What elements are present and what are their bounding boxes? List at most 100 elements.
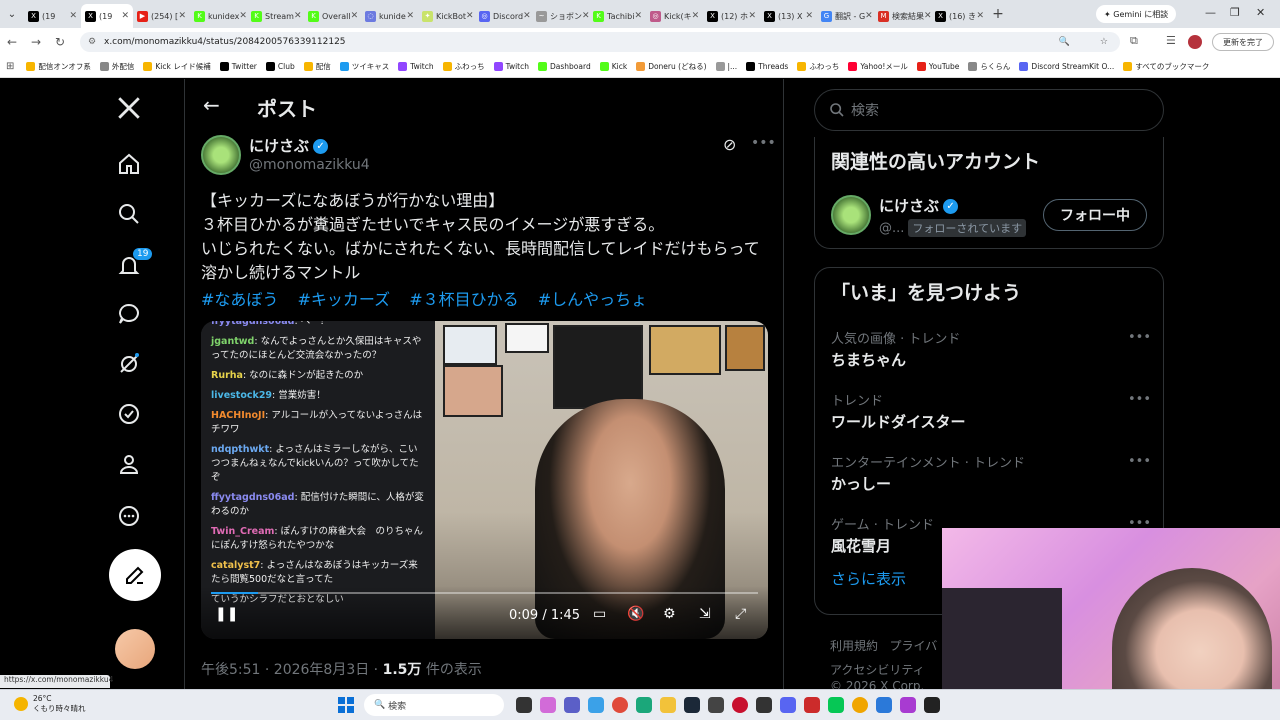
x-logo-icon[interactable] bbox=[116, 95, 142, 121]
taskbar-search[interactable]: 🔍 検索 bbox=[364, 694, 504, 716]
browser-tab[interactable]: ◌ kunide ✕ bbox=[361, 4, 418, 28]
bookmark-star-icon[interactable]: ☆ bbox=[1100, 37, 1108, 47]
bookmark-item[interactable]: Twitch bbox=[493, 61, 529, 72]
browser-tab[interactable]: M 検索結果 ✕ bbox=[874, 4, 931, 28]
forward-arrow-icon[interactable]: → bbox=[24, 35, 48, 49]
home-icon[interactable] bbox=[116, 151, 142, 177]
notifications-bell-icon[interactable]: 19 bbox=[116, 247, 154, 279]
browser-tab[interactable]: ▶ (254) [✕ bbox=[133, 4, 190, 28]
related-account-name[interactable]: にけさぶ ✓ bbox=[879, 195, 959, 216]
hashtag-link[interactable]: #なあぼう bbox=[201, 290, 278, 309]
tab-close-icon[interactable]: ✕ bbox=[805, 11, 813, 21]
tab-close-icon[interactable]: ✕ bbox=[634, 11, 642, 21]
footer-link[interactable]: プライバ bbox=[889, 639, 937, 653]
related-account-avatar[interactable] bbox=[831, 195, 871, 235]
bookmark-item[interactable]: |... bbox=[715, 61, 737, 72]
bookmark-item[interactable]: Kick レイド候補 bbox=[143, 61, 211, 72]
back-arrow-icon[interactable]: ← bbox=[0, 35, 24, 49]
app-icon[interactable] bbox=[876, 697, 892, 713]
bookmark-item[interactable]: Yahoo!メール bbox=[848, 61, 908, 72]
footer-link[interactable]: アクセシビリティ bbox=[830, 663, 925, 677]
trend-more-icon[interactable]: ••• bbox=[1128, 454, 1151, 469]
mute-icon[interactable]: 🔇 bbox=[627, 606, 644, 622]
browser-tab[interactable]: ◎ Kick(キ ✕ bbox=[646, 4, 703, 28]
teams-icon[interactable] bbox=[564, 697, 580, 713]
tab-close-icon[interactable]: ✕ bbox=[523, 11, 531, 21]
copilot-icon[interactable] bbox=[540, 697, 556, 713]
tab-close-icon[interactable]: ✕ bbox=[351, 11, 359, 21]
bookmark-item[interactable]: らくらん bbox=[968, 61, 1010, 72]
bookmark-item[interactable]: 外配信 bbox=[99, 61, 134, 72]
tab-close-icon[interactable]: ✕ bbox=[466, 11, 474, 21]
app-icon[interactable] bbox=[756, 697, 772, 713]
steam-icon[interactable] bbox=[684, 697, 700, 713]
apps-grid-icon[interactable]: ⊞ bbox=[6, 61, 14, 72]
minimize-icon[interactable]: — bbox=[1205, 6, 1216, 19]
grok-icon[interactable] bbox=[116, 351, 142, 377]
browser-tab[interactable]: Kkunidex ✕ bbox=[190, 4, 247, 28]
browser-tab[interactable]: G 翻訳 - G ✕ bbox=[817, 4, 874, 28]
browser-tab[interactable]: X (19 ✕ bbox=[24, 4, 81, 28]
footer-link[interactable]: 利用規約 bbox=[830, 639, 878, 653]
gemini-button[interactable]: ✦ Gemini に相談 bbox=[1096, 5, 1176, 23]
app-icon[interactable] bbox=[588, 697, 604, 713]
line-icon[interactable] bbox=[828, 697, 844, 713]
trend-more-icon[interactable]: ••• bbox=[1128, 392, 1151, 407]
site-info-icon[interactable]: ⚙ bbox=[88, 37, 96, 47]
maximize-icon[interactable]: ❐ bbox=[1230, 6, 1240, 19]
tab-close-icon[interactable]: ✕ bbox=[121, 11, 129, 21]
trend-item[interactable]: エンターテインメント · トレンド かっしー ••• bbox=[831, 452, 1151, 494]
bookmark-item[interactable]: ふわっち bbox=[797, 61, 839, 72]
pause-icon[interactable]: ❚❚ bbox=[215, 606, 238, 622]
following-button[interactable]: フォロー中 bbox=[1043, 199, 1147, 231]
url-bar[interactable]: ⚙ x.com/monomazikku4/status/208420057633… bbox=[80, 32, 1120, 52]
tab-close-icon[interactable]: ✕ bbox=[865, 11, 873, 21]
obs-icon[interactable] bbox=[732, 697, 748, 713]
compose-post-button[interactable] bbox=[109, 549, 161, 601]
author-name[interactable]: にけさぶ ✓ bbox=[249, 135, 329, 156]
messages-icon[interactable] bbox=[116, 301, 142, 327]
zoom-icon[interactable]: 🔍 bbox=[1059, 37, 1070, 47]
edge-icon[interactable] bbox=[636, 697, 652, 713]
author-avatar[interactable] bbox=[201, 135, 241, 175]
bookmark-item[interactable]: 配信 bbox=[303, 61, 331, 72]
bookmark-item[interactable]: Twitter bbox=[219, 61, 257, 72]
post-timestamp[interactable]: 午後5:51 · 2026年8月3日 · bbox=[201, 662, 383, 678]
bookmark-item[interactable]: Dashboard bbox=[538, 61, 591, 72]
app-icon[interactable] bbox=[924, 697, 940, 713]
tab-close-icon[interactable]: ✕ bbox=[294, 11, 302, 21]
show-more-link[interactable]: さらに表示 bbox=[831, 568, 906, 589]
browser-tab[interactable]: ◎ Discord ✕ bbox=[475, 4, 532, 28]
windows-start-icon[interactable] bbox=[338, 697, 354, 713]
bookmark-item[interactable]: Kick bbox=[599, 61, 627, 72]
bookmark-item[interactable]: Club bbox=[265, 61, 295, 72]
tab-close-icon[interactable]: ✕ bbox=[976, 11, 984, 21]
hashtag-link[interactable]: #３杯目ひかる bbox=[409, 290, 518, 309]
tab-close-icon[interactable]: ✕ bbox=[924, 11, 931, 21]
video-player[interactable]: ffyytagdns06ad: へー！ jgantwd: なんでよっさんとか久保田… bbox=[201, 321, 768, 639]
settings-gear-icon[interactable]: ⚙ bbox=[663, 606, 676, 622]
reading-list-icon[interactable]: ☰ bbox=[1166, 34, 1176, 47]
browser-tab[interactable]: X (16) き ✕ bbox=[931, 4, 988, 28]
browser-tab[interactable]: ✦ KickBot ✕ bbox=[418, 4, 475, 28]
profile-icon[interactable] bbox=[116, 451, 142, 477]
browser-tab[interactable]: X (19 ✕ bbox=[81, 4, 133, 28]
search-box[interactable]: 検索 bbox=[814, 89, 1164, 131]
pip-icon[interactable]: ⇲ bbox=[699, 606, 711, 622]
tab-close-icon[interactable]: ✕ bbox=[178, 11, 186, 21]
search-icon[interactable] bbox=[116, 201, 142, 227]
more-circle-icon[interactable] bbox=[116, 503, 142, 529]
bookmark-item[interactable]: YouTube bbox=[916, 61, 959, 72]
captions-icon[interactable]: ▭ bbox=[593, 606, 606, 622]
tab-close-icon[interactable]: ✕ bbox=[406, 11, 414, 21]
more-options-icon[interactable]: ••• bbox=[751, 135, 776, 151]
chrome-icon[interactable] bbox=[612, 697, 628, 713]
close-window-icon[interactable]: ✕ bbox=[1256, 6, 1265, 19]
tab-close-icon[interactable]: ✕ bbox=[748, 11, 756, 21]
grok-explain-icon[interactable]: ⊘ bbox=[723, 135, 736, 154]
fullscreen-icon[interactable]: ⤢ bbox=[735, 606, 746, 622]
video-progress-bar[interactable] bbox=[211, 592, 758, 594]
bookmark-item[interactable]: Discord StreamKit O... bbox=[1019, 61, 1114, 72]
bookmark-item[interactable]: すべてのブックマーク bbox=[1123, 61, 1209, 72]
browser-tab[interactable]: K Stream ✕ bbox=[247, 4, 304, 28]
